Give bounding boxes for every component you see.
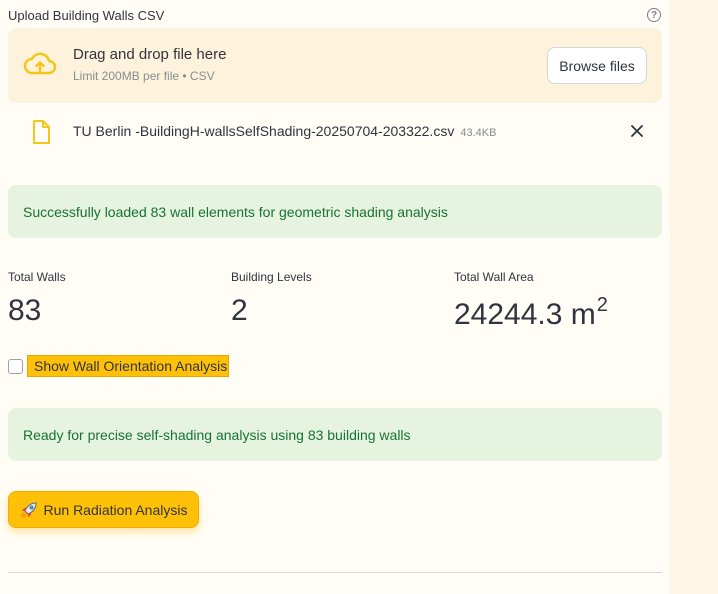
file-name-row: TU Berlin -BuildingH-wallsSelfShading-20… [73, 123, 496, 139]
metric-label: Building Levels [231, 270, 312, 284]
uploaded-file: TU Berlin -BuildingH-wallsSelfShading-20… [8, 114, 662, 150]
metric-value: 24244.3 m2 [454, 294, 608, 332]
file-icon [33, 120, 50, 144]
metric-value-number: 24244.3 m [454, 298, 596, 331]
browse-files-button[interactable]: Browse files [547, 47, 647, 84]
metric-value: 2 [231, 294, 248, 327]
orientation-checkbox[interactable] [8, 358, 23, 374]
uploader-header: Upload Building Walls CSV ? [8, 5, 662, 25]
remove-file-button[interactable] [628, 122, 646, 140]
metric-value: 83 [8, 294, 42, 327]
close-icon [631, 125, 643, 137]
metric-label: Total Walls [8, 270, 66, 284]
uploader-label: Upload Building Walls CSV [8, 7, 165, 23]
rocket-icon [20, 501, 37, 518]
file-name: TU Berlin -BuildingH-wallsSelfShading-20… [73, 123, 455, 139]
sidebar-edge [670, 0, 718, 594]
ready-alert: Ready for precise self-shading analysis … [8, 408, 662, 461]
file-size: 43.4KB [460, 127, 497, 139]
file-dropzone[interactable]: Drag and drop file here Limit 200MB per … [8, 28, 662, 103]
divider [8, 572, 662, 573]
metric-total-wall-area: Total Wall Area 24244.3 m2 [454, 270, 608, 332]
success-alert: Successfully loaded 83 wall elements for… [8, 185, 662, 238]
metric-unit-superscript: 2 [596, 294, 608, 316]
orientation-checkbox-label[interactable]: Show Wall Orientation Analysis [27, 355, 230, 377]
orientation-checkbox-row[interactable]: Show Wall Orientation Analysis [8, 354, 230, 378]
metric-label: Total Wall Area [454, 270, 534, 284]
run-radiation-analysis-button[interactable]: Run Radiation Analysis [8, 491, 199, 528]
question-circle-icon[interactable]: ? [647, 8, 661, 22]
metric-building-levels: Building Levels 2 [231, 270, 312, 328]
run-button-label: Run Radiation Analysis [43, 501, 188, 518]
dropzone-text: Drag and drop file here Limit 200MB per … [73, 46, 226, 83]
dropzone-title: Drag and drop file here [73, 46, 227, 63]
cloud-upload-icon [23, 52, 57, 75]
dropzone-limit: Limit 200MB per file • CSV [73, 69, 215, 83]
metric-total-walls: Total Walls 83 [8, 270, 66, 328]
